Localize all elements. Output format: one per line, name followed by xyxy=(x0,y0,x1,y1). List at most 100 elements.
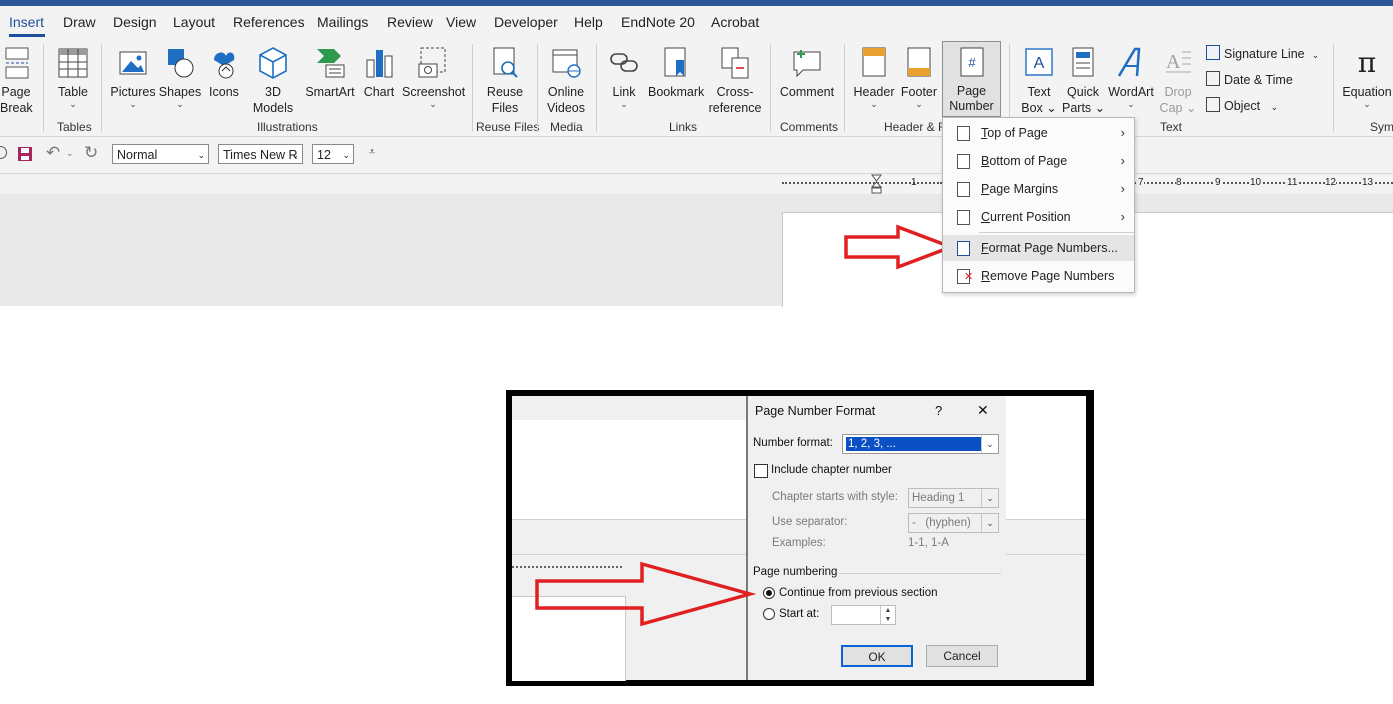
text-box-button[interactable]: A Text Box ⌄ xyxy=(1018,46,1060,116)
help-icon[interactable]: ? xyxy=(935,403,942,418)
quick-parts-button[interactable]: Quick Parts ⌄ xyxy=(1062,46,1105,116)
group-separator xyxy=(43,44,44,132)
3d-models-label-1: 3D xyxy=(265,85,281,99)
tab-acrobat[interactable]: Acrobat xyxy=(711,14,759,30)
include-chapter-checkbox[interactable] xyxy=(754,464,768,478)
close-icon[interactable]: ✕ xyxy=(977,402,989,419)
page-number-button[interactable]: # Page Number ⌄ xyxy=(942,41,1001,129)
separator-label: Use separator: xyxy=(772,516,848,528)
screenshot-button[interactable]: Screenshot ⌄ xyxy=(402,46,466,109)
examples-value: 1-1, 1-A xyxy=(908,537,949,549)
smartart-button[interactable]: SmartArt xyxy=(303,46,357,100)
wordart-icon xyxy=(1117,47,1141,77)
number-format-dropdown[interactable]: 1, 2, 3, ... ⌄ xyxy=(842,434,999,454)
ok-button[interactable]: OK xyxy=(841,645,913,667)
3d-models-button[interactable]: 3D Models xyxy=(247,46,299,116)
section-divider xyxy=(839,573,1001,574)
group-label-comments: Comments xyxy=(780,120,839,134)
reuse-files-button[interactable]: Reuse Files xyxy=(484,46,526,116)
menu-item-remove-page-numbers[interactable]: ✕ Remove Page Numbers xyxy=(943,263,1134,289)
undo-icon[interactable]: ↶ xyxy=(46,143,60,163)
menu-item-page-margins[interactable]: Page Margins › xyxy=(943,176,1134,202)
header-button[interactable]: Header ⌄ xyxy=(852,46,896,109)
chevron-right-icon: › xyxy=(1120,181,1125,196)
chapter-style-label: Chapter starts with style: xyxy=(772,491,898,503)
menu-item-top-of-page[interactable]: Top of Page › xyxy=(943,120,1134,146)
shapes-icon xyxy=(168,49,194,78)
page-number-menu: Top of Page › Bottom of Page › Page Marg… xyxy=(942,117,1135,293)
menu-item-current-position[interactable]: Current Position › xyxy=(943,204,1134,230)
icons-button[interactable]: Icons xyxy=(205,46,243,100)
chart-button[interactable]: Chart xyxy=(361,46,397,100)
chart-label: Chart xyxy=(363,85,395,99)
indent-marker-icon[interactable] xyxy=(870,174,883,194)
save-icon[interactable] xyxy=(17,146,33,162)
continue-radio[interactable] xyxy=(763,587,775,599)
chevron-right-icon: › xyxy=(1120,125,1125,140)
signature-line-button[interactable]: Signature Line ⌄ xyxy=(1206,45,1319,61)
font-size-dropdown[interactable]: 12 ⌄ xyxy=(312,144,354,164)
tab-insert[interactable]: Insert xyxy=(9,14,44,30)
continue-label: Continue from previous section xyxy=(779,587,938,599)
chevron-down-icon[interactable]: ⌄ xyxy=(66,148,74,159)
calendar-icon xyxy=(1206,71,1220,86)
chevron-down-icon: ⌄ xyxy=(620,99,628,109)
separator-dropdown[interactable]: - (hyphen) ⌄ xyxy=(908,513,999,533)
menu-item-format-page-numbers[interactable]: Format Page Numbers... xyxy=(943,235,1134,261)
menu-divider xyxy=(979,232,1134,233)
tab-endnote[interactable]: EndNote 20 xyxy=(621,14,695,30)
chevron-down-icon: ⌄ xyxy=(981,514,998,532)
cancel-button[interactable]: Cancel xyxy=(926,645,998,667)
drop-cap-label-text: Cap xyxy=(1159,101,1183,115)
group-separator xyxy=(596,44,597,132)
spinner-icon[interactable]: ▲ ▼ xyxy=(880,606,895,624)
tab-draw[interactable]: Draw xyxy=(63,14,96,30)
page-margins-icon xyxy=(957,182,970,197)
tab-references[interactable]: References xyxy=(233,14,305,30)
shapes-button[interactable]: Shapes ⌄ xyxy=(158,46,202,109)
chapter-style-dropdown[interactable]: Heading 1 ⌄ xyxy=(908,488,999,508)
start-at-field[interactable]: ▲ ▼ xyxy=(831,605,896,625)
tab-help[interactable]: Help xyxy=(574,14,603,30)
menu-item-text: op of Page xyxy=(987,126,1048,140)
tab-developer[interactable]: Developer xyxy=(494,14,558,30)
footer-button[interactable]: Footer ⌄ xyxy=(898,46,940,109)
group-separator xyxy=(844,44,845,132)
cross-reference-button[interactable]: Cross- reference xyxy=(708,46,762,116)
date-time-button[interactable]: Date & Time xyxy=(1206,71,1293,87)
tab-layout[interactable]: Layout xyxy=(173,14,215,30)
separator-value: - (hyphen) xyxy=(912,517,971,529)
font-dropdown[interactable]: Times New R ⌄ xyxy=(218,144,303,164)
group-separator xyxy=(537,44,538,132)
tab-mailings[interactable]: Mailings xyxy=(317,14,368,30)
page-break-button[interactable]: Page Break xyxy=(0,46,33,116)
tab-view[interactable]: View xyxy=(446,14,476,30)
tab-review[interactable]: Review xyxy=(387,14,433,30)
ruler-label-13: 13 xyxy=(1362,177,1374,188)
group-label-header-footer: Header & F xyxy=(884,120,946,134)
customize-toolbar-icon[interactable]: ⩡ xyxy=(369,146,375,159)
online-videos-button[interactable]: Online Videos xyxy=(544,46,588,116)
pictures-button[interactable]: Pictures ⌄ xyxy=(110,46,156,109)
equation-button[interactable]: π Equation ⌄ xyxy=(1342,46,1392,109)
chevron-down-icon: ⌄ xyxy=(981,489,998,507)
page-break-icon xyxy=(5,47,29,79)
3d-models-label-2: Models xyxy=(252,101,294,115)
footer-icon xyxy=(907,47,931,77)
link-button[interactable]: Link ⌄ xyxy=(606,46,642,109)
ruler-label-12: 12 xyxy=(1325,177,1337,188)
screenshot-label: Screenshot xyxy=(402,85,466,99)
tab-design[interactable]: Design xyxy=(113,14,157,30)
menu-item-bottom-of-page[interactable]: Bottom of Page › xyxy=(943,148,1134,174)
bookmark-button[interactable]: Bookmark xyxy=(648,46,704,100)
drop-cap-button[interactable]: A Drop Cap ⌄ xyxy=(1158,46,1198,116)
icons-icon xyxy=(214,52,235,79)
chevron-down-icon: ⌄ xyxy=(176,99,184,109)
redo-icon[interactable]: ↻ xyxy=(84,143,98,163)
wordart-button[interactable]: WordArt ⌄ xyxy=(1106,46,1156,109)
start-at-radio[interactable] xyxy=(763,608,775,620)
table-button[interactable]: Table ⌄ xyxy=(55,46,91,109)
comment-button[interactable]: Comment xyxy=(778,46,836,100)
object-button[interactable]: Object ⌄ xyxy=(1206,97,1278,113)
style-dropdown[interactable]: Normal ⌄ xyxy=(112,144,209,164)
